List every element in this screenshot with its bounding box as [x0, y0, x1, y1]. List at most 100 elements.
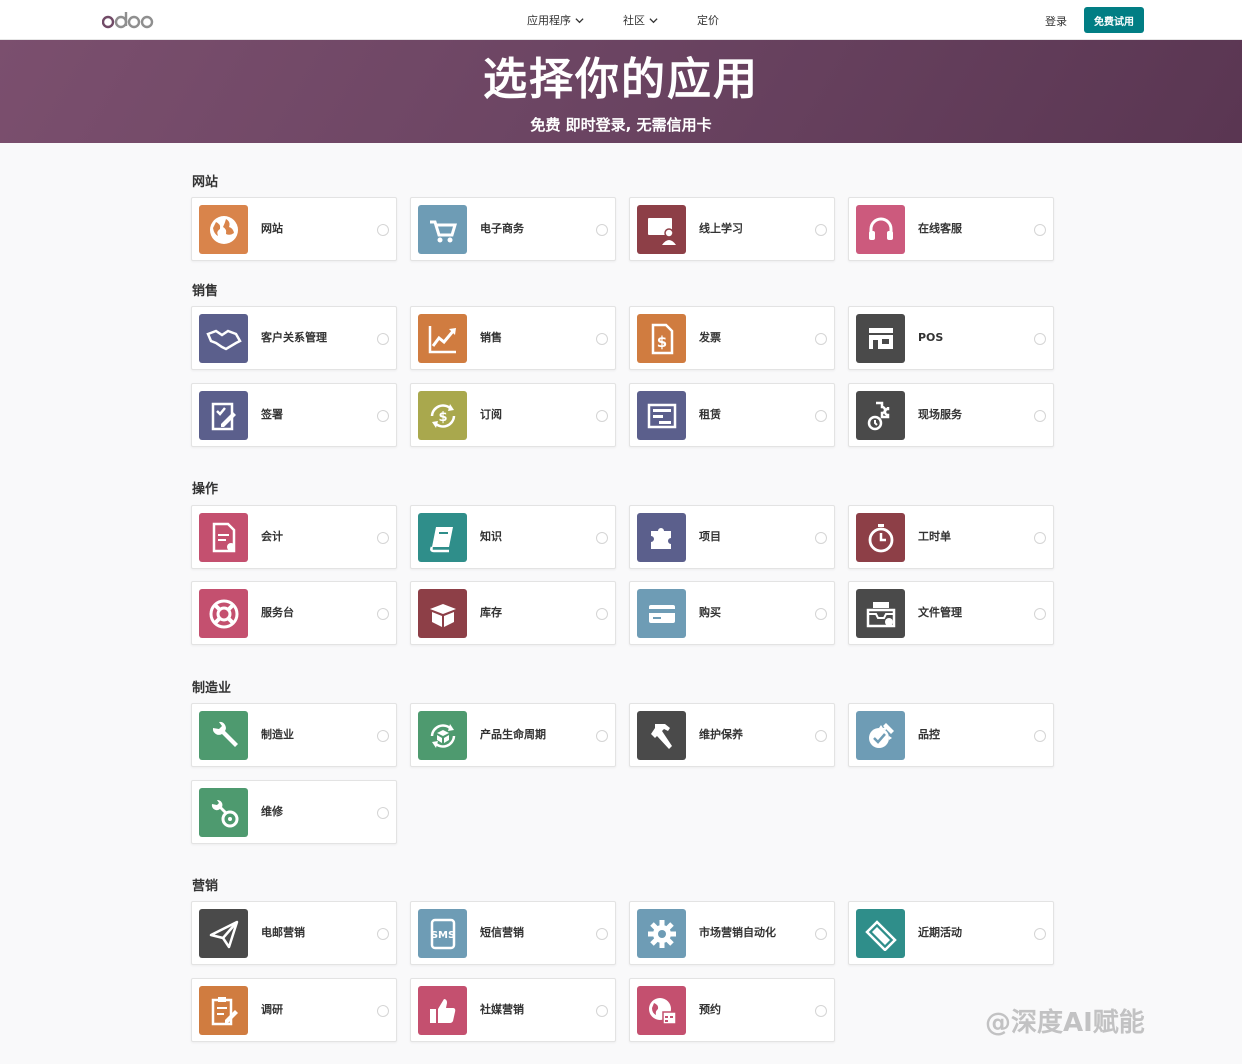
app-select-radio[interactable] — [377, 928, 389, 940]
chevron-down-icon — [649, 17, 658, 23]
app-card-pos[interactable]: POS — [848, 306, 1054, 370]
app-card-survey[interactable]: 调研 — [191, 978, 397, 1042]
app-label: 调研 — [261, 1003, 283, 1016]
rental-icon — [637, 391, 686, 440]
app-select-radio[interactable] — [815, 410, 827, 422]
app-select-radio[interactable] — [815, 928, 827, 940]
app-select-radio[interactable] — [596, 224, 608, 236]
menu-community[interactable]: 社区 — [623, 12, 697, 28]
app-select-radio[interactable] — [1034, 532, 1046, 544]
app-card-marketing-automation[interactable]: 市场营销自动化 — [629, 901, 835, 965]
app-card-rental[interactable]: 租赁 — [629, 383, 835, 447]
app-label: 短信营销 — [480, 926, 524, 939]
app-card-inventory[interactable]: 库存 — [410, 581, 616, 645]
menu-apps[interactable]: 应用程序 — [527, 12, 623, 28]
app-select-radio[interactable] — [815, 730, 827, 742]
app-card-email-marketing[interactable]: 电邮营销 — [191, 901, 397, 965]
app-label: 网站 — [261, 222, 283, 235]
odoo-logo-mark — [101, 12, 154, 29]
app-card-social-marketing[interactable]: 社媒营销 — [410, 978, 616, 1042]
app-select-radio[interactable] — [377, 807, 389, 819]
section-title-operations: 操作 — [192, 482, 219, 497]
app-select-radio[interactable] — [377, 730, 389, 742]
handshake-icon — [199, 314, 248, 363]
inbox-icon — [856, 589, 905, 638]
app-card-crm[interactable]: 客户关系管理 — [191, 306, 397, 370]
app-card-sign[interactable]: 签署 — [191, 383, 397, 447]
app-label: 维护保养 — [699, 728, 743, 741]
app-select-radio[interactable] — [815, 224, 827, 236]
app-card-maintenance[interactable]: 维护保养 — [629, 703, 835, 767]
section-title-marketing: 营销 — [192, 879, 219, 894]
app-select-radio[interactable] — [596, 333, 608, 345]
app-select-radio[interactable] — [1034, 608, 1046, 620]
app-select-radio[interactable] — [815, 333, 827, 345]
app-label: 品控 — [918, 728, 940, 741]
app-select-radio[interactable] — [1034, 730, 1046, 742]
app-select-radio[interactable] — [596, 730, 608, 742]
app-select-radio[interactable] — [596, 1005, 608, 1017]
menu-pricing[interactable]: 定价 — [697, 12, 719, 28]
cart-icon — [418, 205, 467, 254]
svg-text:$: $ — [438, 410, 447, 425]
odoo-logo[interactable] — [101, 9, 162, 31]
app-card-livechat[interactable]: 在线客服 — [848, 197, 1054, 261]
menu-apps-label: 应用程序 — [527, 14, 571, 27]
app-card-quality[interactable]: 品控 — [848, 703, 1054, 767]
app-label: 电邮营销 — [261, 926, 305, 939]
app-card-documents[interactable]: 文件管理 — [848, 581, 1054, 645]
app-card-project[interactable]: 项目 — [629, 505, 835, 569]
app-label: 维修 — [261, 805, 283, 818]
app-card-appointments[interactable]: 预约 — [629, 978, 835, 1042]
app-card-manufacturing[interactable]: 制造业 — [191, 703, 397, 767]
hammer-icon — [637, 711, 686, 760]
free-trial-button[interactable]: 免费试用 — [1084, 7, 1144, 33]
invoice-icon: $ — [637, 314, 686, 363]
app-select-radio[interactable] — [596, 608, 608, 620]
app-label: 线上学习 — [699, 222, 743, 235]
app-select-radio[interactable] — [1034, 333, 1046, 345]
app-select-radio[interactable] — [815, 608, 827, 620]
app-select-radio[interactable] — [596, 410, 608, 422]
app-card-events[interactable]: 近期活动 — [848, 901, 1054, 965]
field-service-icon — [856, 391, 905, 440]
svg-text:SMS: SMS — [430, 930, 454, 941]
app-select-radio[interactable] — [815, 1005, 827, 1017]
app-select-radio[interactable] — [596, 532, 608, 544]
app-card-repair[interactable]: 维修 — [191, 780, 397, 844]
app-select-radio[interactable] — [377, 532, 389, 544]
book-icon — [418, 513, 467, 562]
ticket-icon — [856, 909, 905, 958]
app-select-radio[interactable] — [1034, 928, 1046, 940]
app-card-website[interactable]: 网站 — [191, 197, 397, 261]
hero-banner: 选择你的应用 免费 即时登录, 无需信用卡 — [0, 40, 1242, 143]
menu-pricing-label: 定价 — [697, 14, 719, 27]
app-card-purchase[interactable]: 购买 — [629, 581, 835, 645]
app-card-plm[interactable]: 产品生命周期 — [410, 703, 616, 767]
app-select-radio[interactable] — [377, 1005, 389, 1017]
app-select-radio[interactable] — [815, 532, 827, 544]
app-select-radio[interactable] — [596, 928, 608, 940]
app-card-accounting[interactable]: 会计 — [191, 505, 397, 569]
app-label: 产品生命周期 — [480, 728, 546, 741]
app-select-radio[interactable] — [1034, 410, 1046, 422]
app-select-radio[interactable] — [377, 333, 389, 345]
app-select-radio[interactable] — [377, 410, 389, 422]
login-link[interactable]: 登录 — [1045, 13, 1067, 29]
app-card-sms-marketing[interactable]: SMS 短信营销 — [410, 901, 616, 965]
app-select-radio[interactable] — [377, 224, 389, 236]
app-label: 服务台 — [261, 606, 294, 619]
app-card-timesheets[interactable]: 工时单 — [848, 505, 1054, 569]
app-card-knowledge[interactable]: 知识 — [410, 505, 616, 569]
app-card-helpdesk[interactable]: 服务台 — [191, 581, 397, 645]
app-card-field-service[interactable]: 现场服务 — [848, 383, 1054, 447]
app-card-ecommerce[interactable]: 电子商务 — [410, 197, 616, 261]
app-card-sales[interactable]: 销售 — [410, 306, 616, 370]
app-label: 知识 — [480, 530, 502, 543]
app-select-radio[interactable] — [377, 608, 389, 620]
app-card-subscriptions[interactable]: $ 订阅 — [410, 383, 616, 447]
app-select-radio[interactable] — [1034, 224, 1046, 236]
main-menu: 应用程序 社区 定价 — [527, 0, 719, 40]
app-card-invoicing[interactable]: $ 发票 — [629, 306, 835, 370]
app-card-elearning[interactable]: 线上学习 — [629, 197, 835, 261]
